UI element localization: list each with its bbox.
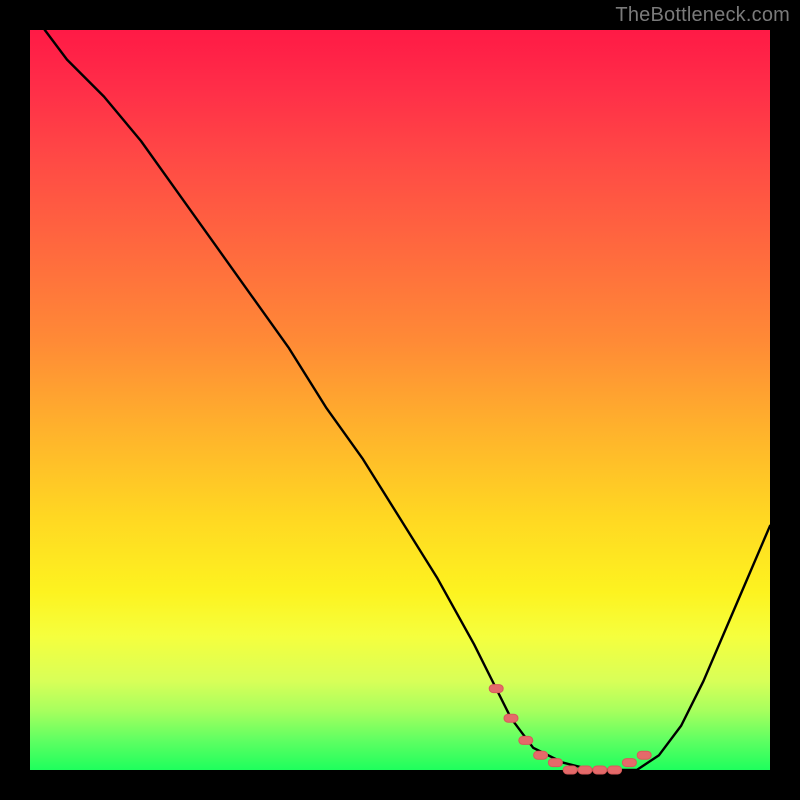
valley-marker — [622, 759, 636, 767]
valley-marker — [489, 685, 503, 693]
valley-marker — [534, 751, 548, 759]
valley-markers — [489, 685, 651, 774]
valley-marker — [504, 714, 518, 722]
valley-marker — [608, 766, 622, 774]
valley-marker — [578, 766, 592, 774]
valley-marker — [637, 751, 651, 759]
valley-marker — [593, 766, 607, 774]
bottleneck-curve — [45, 30, 770, 770]
watermark-label: TheBottleneck.com — [615, 4, 790, 27]
curve-svg — [30, 30, 770, 770]
chart-frame: TheBottleneck.com — [0, 0, 800, 800]
plot-area — [30, 30, 770, 770]
valley-marker — [548, 759, 562, 767]
valley-marker — [519, 736, 533, 744]
valley-marker — [563, 766, 577, 774]
